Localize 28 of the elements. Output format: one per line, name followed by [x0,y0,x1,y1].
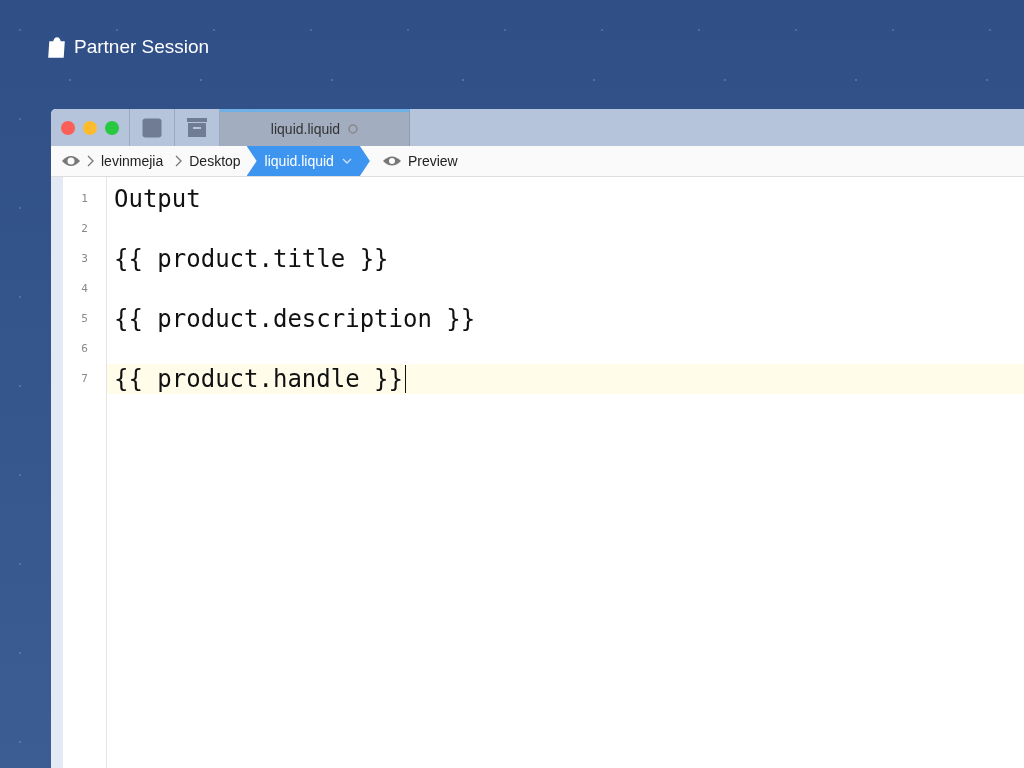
code-line: {{ product.title }} [114,245,389,273]
line-number: 3 [80,251,89,267]
line-number: 7 [80,371,89,387]
sidebar-toggle-icon[interactable] [142,117,162,138]
line-number: 5 [80,311,89,327]
archive-icon[interactable] [187,117,207,138]
line-number: 4 [80,281,89,297]
zoom-button[interactable] [105,120,119,135]
breadcrumb-item[interactable]: Desktop [183,146,247,176]
code-line: {{ product.handle }} [114,365,403,393]
code-line: {{ product.description }} [114,305,476,333]
file-tab[interactable]: liquid.liquid [220,109,410,146]
line-number: 1 [80,191,89,207]
chevron-right-icon [175,155,184,167]
line-number: 6 [80,341,89,357]
chevron-down-icon [341,158,352,164]
preview-button[interactable]: Preview [375,152,464,170]
brand-title: Partner Session [74,36,210,58]
code-line: Output [114,185,201,213]
eye-icon [381,155,402,167]
breadcrumb-item[interactable]: levinmejia [95,146,170,176]
close-button[interactable] [61,120,75,135]
line-number: 2 [80,221,89,237]
status-dot-icon [348,124,359,134]
shopping-bag-icon [48,36,66,58]
eye-icon[interactable] [61,154,81,168]
chevron-right-icon [87,155,95,167]
text-cursor [405,365,406,393]
